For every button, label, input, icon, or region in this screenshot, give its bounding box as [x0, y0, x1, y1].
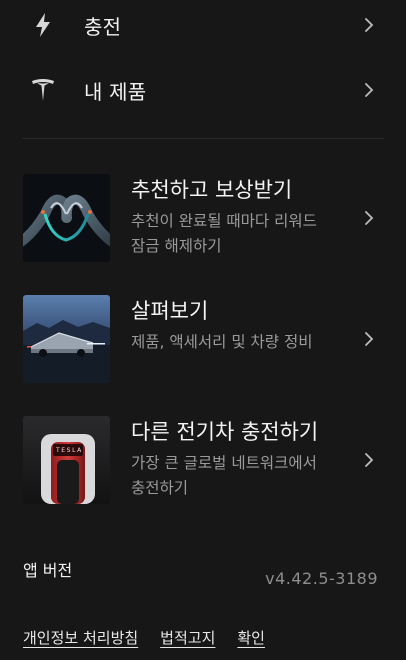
my-products-menu-item[interactable]: 내 제품 [0, 72, 406, 108]
chevron-right-icon [365, 211, 374, 225]
tesla-badge: TESLA [56, 447, 83, 454]
cybertruck-photo [23, 295, 110, 383]
legal-notice-link[interactable]: 법적고지 [160, 627, 215, 648]
charge-other-evs-title: 다른 전기차 충전하기 [131, 420, 319, 444]
charging-label: 충전 [84, 14, 122, 39]
section-divider [22, 138, 384, 139]
footer-links: 개인정보 처리방침 법적고지 확인 [23, 627, 265, 648]
chevron-right-icon [365, 453, 374, 467]
referral-description: 추천이 완료될 때마다 리워드 잠금 해제하기 [131, 212, 317, 255]
explore-description: 제품, 액세서리 및 차량 정비 [131, 333, 313, 351]
referral-card[interactable]: 추천하고 보상받기 추천이 완료될 때마다 리워드 잠금 해제하기 [0, 174, 406, 264]
app-version-label: 앱 버전 [23, 561, 73, 580]
heart-hands-illustration [23, 174, 110, 262]
charging-menu-item[interactable]: 충전 [0, 8, 406, 42]
tesla-logo-icon [30, 77, 56, 103]
explore-card[interactable]: 살펴보기 제품, 액세서리 및 차량 정비 [0, 295, 406, 385]
confirm-link[interactable]: 확인 [237, 627, 265, 648]
privacy-policy-link[interactable]: 개인정보 처리방침 [23, 627, 138, 648]
app-version-value: v4.42.5-3189 [265, 569, 378, 588]
lightning-bolt-icon [30, 12, 56, 38]
explore-title: 살펴보기 [131, 299, 209, 323]
charge-other-evs-description: 가장 큰 글로벌 네트워크에서 충전하기 [131, 454, 317, 497]
chevron-right-icon [365, 83, 374, 97]
chevron-right-icon [365, 332, 374, 346]
supercharger-photo: TESLA [23, 416, 110, 504]
my-products-label: 내 제품 [84, 79, 147, 104]
chevron-right-icon [365, 18, 374, 32]
charge-other-evs-card[interactable]: TESLA 다른 전기차 충전하기 가장 큰 글로벌 네트워크에서 충전하기 [0, 416, 406, 506]
referral-title: 추천하고 보상받기 [131, 178, 293, 202]
